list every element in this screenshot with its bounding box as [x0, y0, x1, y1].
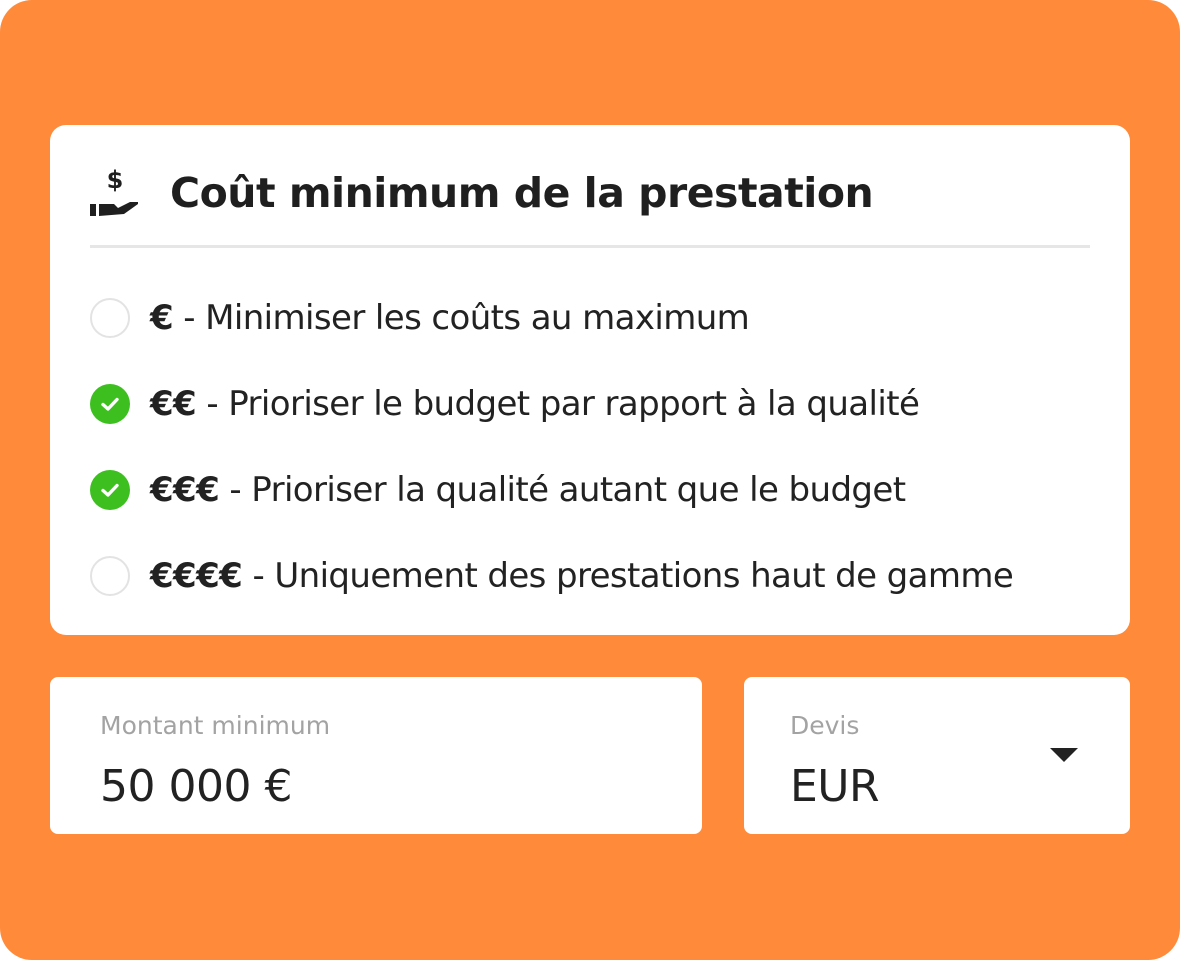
radio-unchecked[interactable]	[90, 556, 130, 596]
radio-checked[interactable]	[90, 470, 130, 510]
separator: -	[219, 470, 252, 510]
card-header: $ Coût minimum de la prestation	[90, 163, 1090, 223]
currency-select[interactable]: Devis EUR	[744, 677, 1130, 834]
dropdown-arrow-icon[interactable]	[1050, 748, 1078, 762]
currency-label: Devis	[790, 711, 860, 740]
checkmark-icon	[101, 483, 119, 497]
radio-checked[interactable]	[90, 384, 130, 424]
option-text: Prioriser la qualité autant que le budge…	[251, 470, 906, 510]
minimum-amount-label: Montant minimum	[100, 711, 331, 740]
option-text: Uniquement des prestations haut de gamme	[274, 556, 1014, 596]
checkmark-icon	[101, 397, 119, 411]
radio-unchecked[interactable]	[90, 298, 130, 338]
price-level: €	[150, 298, 174, 338]
divider	[90, 245, 1090, 248]
option-budget-over-quality[interactable]: €€ - Prioriser le budget par rapport à l…	[90, 379, 1100, 429]
option-text: Minimiser les coûts au maximum	[205, 298, 750, 338]
minimum-amount-value[interactable]: 50 000 €	[100, 761, 292, 812]
separator: -	[242, 556, 275, 596]
separator: -	[173, 298, 206, 338]
price-level: €€	[150, 384, 197, 424]
option-quality-equal-budget[interactable]: €€€ - Prioriser la qualité autant que le…	[90, 465, 1100, 515]
option-minimize-costs[interactable]: € - Minimiser les coûts au maximum	[90, 293, 1100, 343]
price-level: €€€€	[150, 556, 243, 596]
option-label: €€€€ - Uniquement des prestations haut d…	[150, 556, 1014, 596]
separator: -	[196, 384, 229, 424]
price-level: €€€	[150, 470, 220, 510]
currency-value[interactable]: EUR	[790, 761, 880, 812]
hand-dollar-icon: $	[90, 166, 138, 216]
minimum-amount-field[interactable]: Montant minimum 50 000 €	[50, 677, 702, 834]
background-frame: $ Coût minimum de la prestation € - Mini…	[0, 0, 1180, 960]
option-label: €€€ - Prioriser la qualité autant que le…	[150, 470, 906, 510]
svg-text:$: $	[107, 166, 124, 194]
option-label: €€ - Prioriser le budget par rapport à l…	[150, 384, 920, 424]
cost-card: $ Coût minimum de la prestation € - Mini…	[50, 125, 1130, 635]
option-text: Prioriser le budget par rapport à la qua…	[228, 384, 920, 424]
option-label: € - Minimiser les coûts au maximum	[150, 298, 750, 338]
option-high-end-only[interactable]: €€€€ - Uniquement des prestations haut d…	[90, 551, 1100, 601]
card-title: Coût minimum de la prestation	[170, 169, 874, 217]
